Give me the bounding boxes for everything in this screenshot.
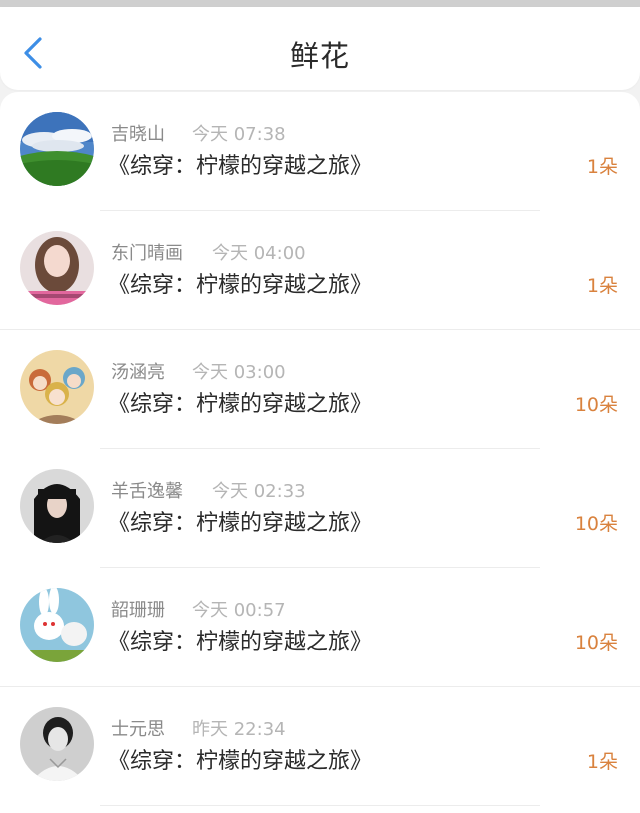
status-bar-strip [0, 0, 640, 7]
book-title[interactable]: 《综穿：柠檬的穿越之旅》 [108, 148, 372, 180]
flower-count: 1朵 [586, 751, 618, 773]
gift-time: 今天 00:57 [192, 600, 286, 621]
flower-count: 10朵 [574, 394, 618, 416]
gift-time: 今天 02:33 [212, 481, 306, 502]
divider [100, 805, 540, 806]
avatar[interactable] [20, 588, 94, 662]
flower-gift-list: 吉晓山 今天 07:38 《综穿：柠檬的穿越之旅》 1朵 东门晴画 今天 04:… [0, 92, 640, 813]
book-title[interactable]: 《综穿：柠檬的穿越之旅》 [108, 386, 372, 418]
woman-avatar-icon [20, 469, 94, 543]
list-item[interactable]: 羊舌逸馨 今天 02:33 《综穿：柠檬的穿越之旅》 10朵 [0, 449, 640, 568]
gift-time: 今天 04:00 [212, 243, 306, 264]
sender-name: 汤涵亮 [111, 362, 165, 383]
list-item[interactable]: 汤涵亮 今天 03:00 《综穿：柠檬的穿越之旅》 10朵 [0, 330, 640, 449]
sender-name: 羊舌逸馨 [111, 481, 183, 502]
gift-time: 今天 03:00 [192, 362, 286, 383]
book-title[interactable]: 《综穿：柠檬的穿越之旅》 [108, 505, 372, 537]
flower-count: 1朵 [586, 156, 618, 178]
avatar[interactable] [20, 469, 94, 543]
group-avatar-icon [20, 350, 94, 424]
nav-header: 鲜花 [0, 7, 640, 90]
rabbid-avatar-icon [20, 588, 94, 662]
gift-time: 今天 07:38 [192, 124, 286, 145]
page-title: 鲜花 [289, 39, 350, 73]
sender-name: 东门晴画 [111, 243, 183, 264]
list-item[interactable]: 韶珊珊 今天 00:57 《综穿：柠檬的穿越之旅》 10朵 [0, 568, 640, 687]
book-title[interactable]: 《综穿：柠檬的穿越之旅》 [108, 267, 372, 299]
man-avatar-icon [20, 707, 94, 781]
avatar[interactable] [20, 231, 94, 305]
girl-avatar-icon [20, 231, 94, 305]
list-item[interactable]: 吉晓山 今天 07:38 《综穿：柠檬的穿越之旅》 1朵 [0, 92, 640, 211]
avatar[interactable] [20, 112, 94, 186]
avatar[interactable] [20, 707, 94, 781]
list-item[interactable]: 士元思 昨天 22:34 《综穿：柠檬的穿越之旅》 1朵 [0, 687, 640, 806]
avatar[interactable] [20, 350, 94, 424]
landscape-avatar-icon [20, 112, 94, 186]
sender-name: 吉晓山 [111, 124, 165, 145]
gift-time: 昨天 22:34 [192, 719, 286, 740]
sender-name: 士元思 [111, 719, 165, 740]
flower-count: 10朵 [574, 513, 618, 535]
book-title[interactable]: 《综穿：柠檬的穿越之旅》 [108, 743, 372, 775]
flower-count: 1朵 [586, 275, 618, 297]
sender-name: 韶珊珊 [111, 600, 165, 621]
flower-count: 10朵 [574, 632, 618, 654]
list-item[interactable]: 东门晴画 今天 04:00 《综穿：柠檬的穿越之旅》 1朵 [0, 211, 640, 330]
book-title[interactable]: 《综穿：柠檬的穿越之旅》 [108, 624, 372, 656]
